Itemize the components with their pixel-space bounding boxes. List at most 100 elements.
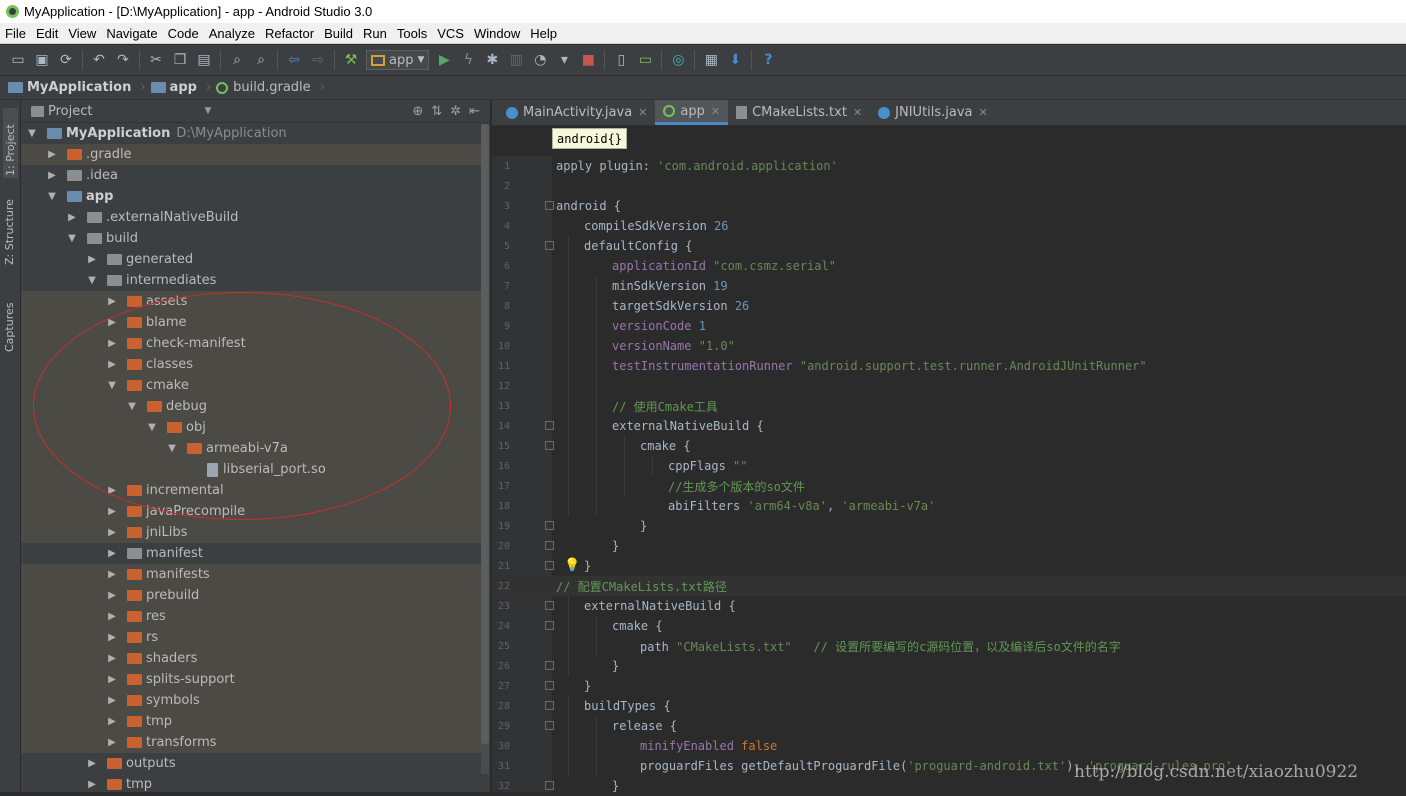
avd-manager-icon[interactable]: ▯: [611, 50, 631, 70]
open-folder-icon[interactable]: ▭: [8, 50, 28, 70]
collapsed-arrow-icon[interactable]: ▶: [107, 695, 117, 706]
expanded-arrow-icon[interactable]: ▼: [47, 191, 57, 202]
collapsed-arrow-icon[interactable]: ▶: [107, 506, 117, 517]
fold-marker-icon[interactable]: [545, 541, 554, 550]
menu-refactor[interactable]: Refactor: [260, 26, 319, 41]
tree-item-prebuild[interactable]: ▶ prebuild: [21, 585, 481, 606]
make-project-icon[interactable]: ⚒: [341, 50, 361, 70]
expanded-arrow-icon[interactable]: ▼: [147, 422, 157, 433]
collapsed-arrow-icon[interactable]: ▶: [107, 485, 117, 496]
collapsed-arrow-icon[interactable]: ▶: [107, 296, 117, 307]
fold-marker-icon[interactable]: [545, 241, 554, 250]
find-icon[interactable]: ⌕: [227, 50, 247, 70]
collapsed-arrow-icon[interactable]: ▶: [107, 548, 117, 559]
device-monitor-icon[interactable]: ⬇: [725, 50, 745, 70]
fold-marker-icon[interactable]: [545, 701, 554, 710]
fold-marker-icon[interactable]: [545, 561, 554, 570]
tree-item-libserial-port-so[interactable]: libserial_port.so: [21, 459, 481, 480]
collapsed-arrow-icon[interactable]: ▶: [107, 674, 117, 685]
redo-icon[interactable]: ↷: [113, 50, 133, 70]
tree-item-obj[interactable]: ▼ obj: [21, 417, 481, 438]
stop-icon[interactable]: ■: [578, 50, 598, 70]
tree-item-manifests[interactable]: ▶ manifests: [21, 564, 481, 585]
sync-icon[interactable]: ⟳: [56, 50, 76, 70]
fold-marker-icon[interactable]: [545, 621, 554, 630]
paste-icon[interactable]: ▤: [194, 50, 214, 70]
collapsed-arrow-icon[interactable]: ▶: [107, 611, 117, 622]
collapsed-arrow-icon[interactable]: ▶: [107, 527, 117, 538]
collapsed-arrow-icon[interactable]: ▶: [107, 338, 117, 349]
menu-edit[interactable]: Edit: [31, 26, 63, 41]
project-tool-tab[interactable]: 1: Project: [3, 108, 18, 178]
fold-marker-icon[interactable]: [545, 681, 554, 690]
hide-panel-icon[interactable]: ⇤: [469, 104, 480, 119]
apply-icon[interactable]: ▾: [554, 50, 574, 70]
collapsed-arrow-icon[interactable]: ▶: [107, 653, 117, 664]
editor-tab-app[interactable]: app ✕: [655, 100, 729, 125]
fold-marker-icon[interactable]: [545, 421, 554, 430]
tree-item-assets[interactable]: ▶ assets: [21, 291, 481, 312]
sdk-manager-icon[interactable]: ▭: [635, 50, 655, 70]
collapsed-arrow-icon[interactable]: ▶: [67, 212, 77, 223]
fold-marker-icon[interactable]: [545, 201, 554, 210]
back-icon[interactable]: ⇦: [284, 50, 304, 70]
fold-marker-icon[interactable]: [545, 721, 554, 730]
cut-icon[interactable]: ✂: [146, 50, 166, 70]
collapsed-arrow-icon[interactable]: ▶: [107, 359, 117, 370]
collapsed-arrow-icon[interactable]: ▶: [107, 569, 117, 580]
editor-tab-mainactivity-java[interactable]: MainActivity.java ✕: [498, 100, 655, 125]
run-icon[interactable]: ▶: [434, 50, 454, 70]
tree-scrollbar-thumb[interactable]: [481, 124, 489, 744]
tree-item-outputs[interactable]: ▶ outputs: [21, 753, 481, 774]
menu-help[interactable]: Help: [525, 26, 562, 41]
tree-item-externalnativebuild[interactable]: ▶ .externalNativeBuild: [21, 207, 481, 228]
tree-item-debug[interactable]: ▼ debug: [21, 396, 481, 417]
close-icon[interactable]: ✕: [638, 106, 647, 119]
tree-item-jnilibs[interactable]: ▶ jniLibs: [21, 522, 481, 543]
undo-icon[interactable]: ↶: [89, 50, 109, 70]
tree-item-classes[interactable]: ▶ classes: [21, 354, 481, 375]
attach-debugger-icon[interactable]: ◔: [530, 50, 550, 70]
tree-item-armeabi-v7a[interactable]: ▼ armeabi-v7a: [21, 438, 481, 459]
tree-item-tmp[interactable]: ▶ tmp: [21, 711, 481, 732]
close-icon[interactable]: ✕: [711, 105, 720, 118]
tree-item-gradle[interactable]: ▶ .gradle: [21, 144, 481, 165]
fold-marker-icon[interactable]: [545, 661, 554, 670]
run-configuration-dropdown[interactable]: app ▼: [366, 50, 430, 70]
breadcrumb-project[interactable]: MyApplication: [8, 80, 131, 95]
menu-run[interactable]: Run: [358, 26, 392, 41]
chevron-down-icon[interactable]: ▼: [204, 106, 211, 116]
tree-item-idea[interactable]: ▶ .idea: [21, 165, 481, 186]
expanded-arrow-icon[interactable]: ▼: [127, 401, 137, 412]
tree-item-symbols[interactable]: ▶ symbols: [21, 690, 481, 711]
tree-item-incremental[interactable]: ▶ incremental: [21, 480, 481, 501]
code-area[interactable]: 1 apply plugin: 'com.android.application'…: [492, 156, 1406, 793]
tree-item-app[interactable]: ▼ app: [21, 186, 481, 207]
menu-view[interactable]: View: [63, 26, 101, 41]
collapsed-arrow-icon[interactable]: ▶: [107, 632, 117, 643]
breadcrumb-file[interactable]: build.gradle: [216, 80, 311, 95]
collapsed-arrow-icon[interactable]: ▶: [47, 149, 57, 160]
collapsed-arrow-icon[interactable]: ▶: [87, 779, 97, 790]
replace-icon[interactable]: ⌕: [251, 50, 271, 70]
apply-changes-icon[interactable]: ϟ: [458, 50, 478, 70]
tree-item-javaprecompile[interactable]: ▶ javaPrecompile: [21, 501, 481, 522]
help-icon[interactable]: ?: [758, 50, 778, 70]
gradle-sync-icon[interactable]: ◎: [668, 50, 688, 70]
tree-item-intermediates[interactable]: ▼ intermediates: [21, 270, 481, 291]
save-icon[interactable]: ▣: [32, 50, 52, 70]
project-structure-icon[interactable]: ▦: [701, 50, 721, 70]
collapsed-arrow-icon[interactable]: ▶: [107, 716, 117, 727]
tree-item-generated[interactable]: ▶ generated: [21, 249, 481, 270]
menu-code[interactable]: Code: [163, 26, 204, 41]
collapse-all-icon[interactable]: ⇅: [431, 104, 442, 119]
copy-icon[interactable]: ❐: [170, 50, 190, 70]
tree-item-transforms[interactable]: ▶ transforms: [21, 732, 481, 753]
project-view-selector[interactable]: Project: [48, 104, 92, 119]
menu-tools[interactable]: Tools: [392, 26, 432, 41]
collapsed-arrow-icon[interactable]: ▶: [87, 254, 97, 265]
tree-item-build[interactable]: ▼ build: [21, 228, 481, 249]
debug-icon[interactable]: ✱: [482, 50, 502, 70]
expanded-arrow-icon[interactable]: ▼: [87, 275, 97, 286]
expanded-arrow-icon[interactable]: ▼: [107, 380, 117, 391]
